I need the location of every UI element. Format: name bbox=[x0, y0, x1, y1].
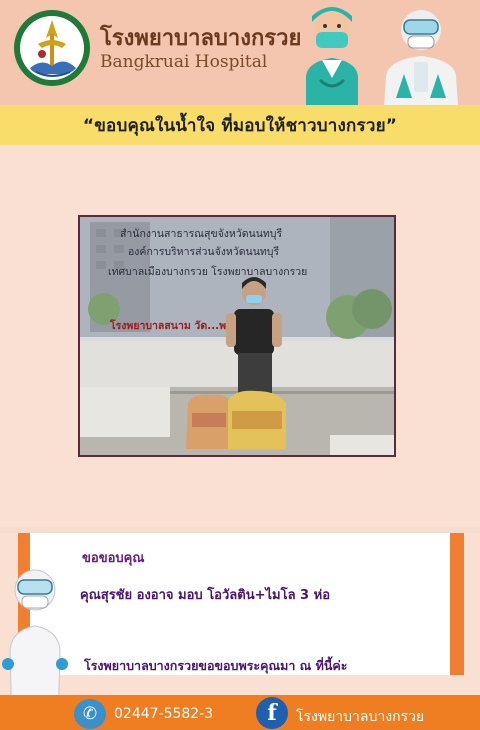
doctor-illustration bbox=[306, 7, 358, 105]
phone-number[interactable]: 02447-5582-3 bbox=[114, 706, 213, 722]
doctor-ppe-illustration bbox=[384, 10, 458, 105]
facebook-icon[interactable]: f bbox=[256, 697, 288, 729]
thanks-banner: “ขอบคุณในน้ำใจ ที่มอบให้ชาวบางกรวย” bbox=[0, 105, 480, 145]
donation-photo-illustration: สำนักงานสาธารณสุขจังหวัดนนทบุรี องค์การบ… bbox=[80, 217, 394, 455]
thanks-title: ขอขอบคุณ bbox=[82, 551, 145, 566]
sign-line-3: เทศบาลเมืองบางกรวย โรงพยาบาลบางกรวย bbox=[108, 265, 307, 278]
sign-line-1: สำนักงานสาธารณสุขจังหวัดนนทบุรี bbox=[120, 227, 282, 240]
card-right-accent bbox=[450, 533, 464, 675]
banner-text: “ขอบคุณในน้ำใจ ที่มอบให้ชาวบางกรวย” bbox=[82, 115, 398, 136]
sign-line-2: องค์การบริหารส่วนจังหวัดนนทบุรี bbox=[128, 245, 279, 258]
donation-text: คุณสุรชัย องอาจ มอบ โอวัลติน+ไมโล 3 ห่อ bbox=[80, 588, 331, 603]
facebook-page-name[interactable]: โรงพยาบาลบางกรวย bbox=[296, 706, 424, 728]
donation-photo: สำนักงานสาธารณสุขจังหวัดนนทบุรี องค์การบ… bbox=[78, 215, 396, 457]
phone-icon[interactable]: ✆ bbox=[74, 699, 106, 729]
hospital-name-english: Bangkruai Hospital bbox=[100, 52, 268, 72]
thanks-footer-text: โรงพยาบาลบางกรวยขอขอบพระคุณมา ณ ที่นี้ค่… bbox=[84, 658, 348, 673]
hospital-name-thai: โรงพยาบาลบางกรวย bbox=[100, 26, 302, 51]
sign-line-4: โรงพยาบาลสนาม วัด...พรหม bbox=[109, 319, 246, 332]
hospital-logo bbox=[14, 10, 90, 86]
header: โรงพยาบาลบางกรวย Bangkruai Hospital bbox=[0, 0, 480, 105]
